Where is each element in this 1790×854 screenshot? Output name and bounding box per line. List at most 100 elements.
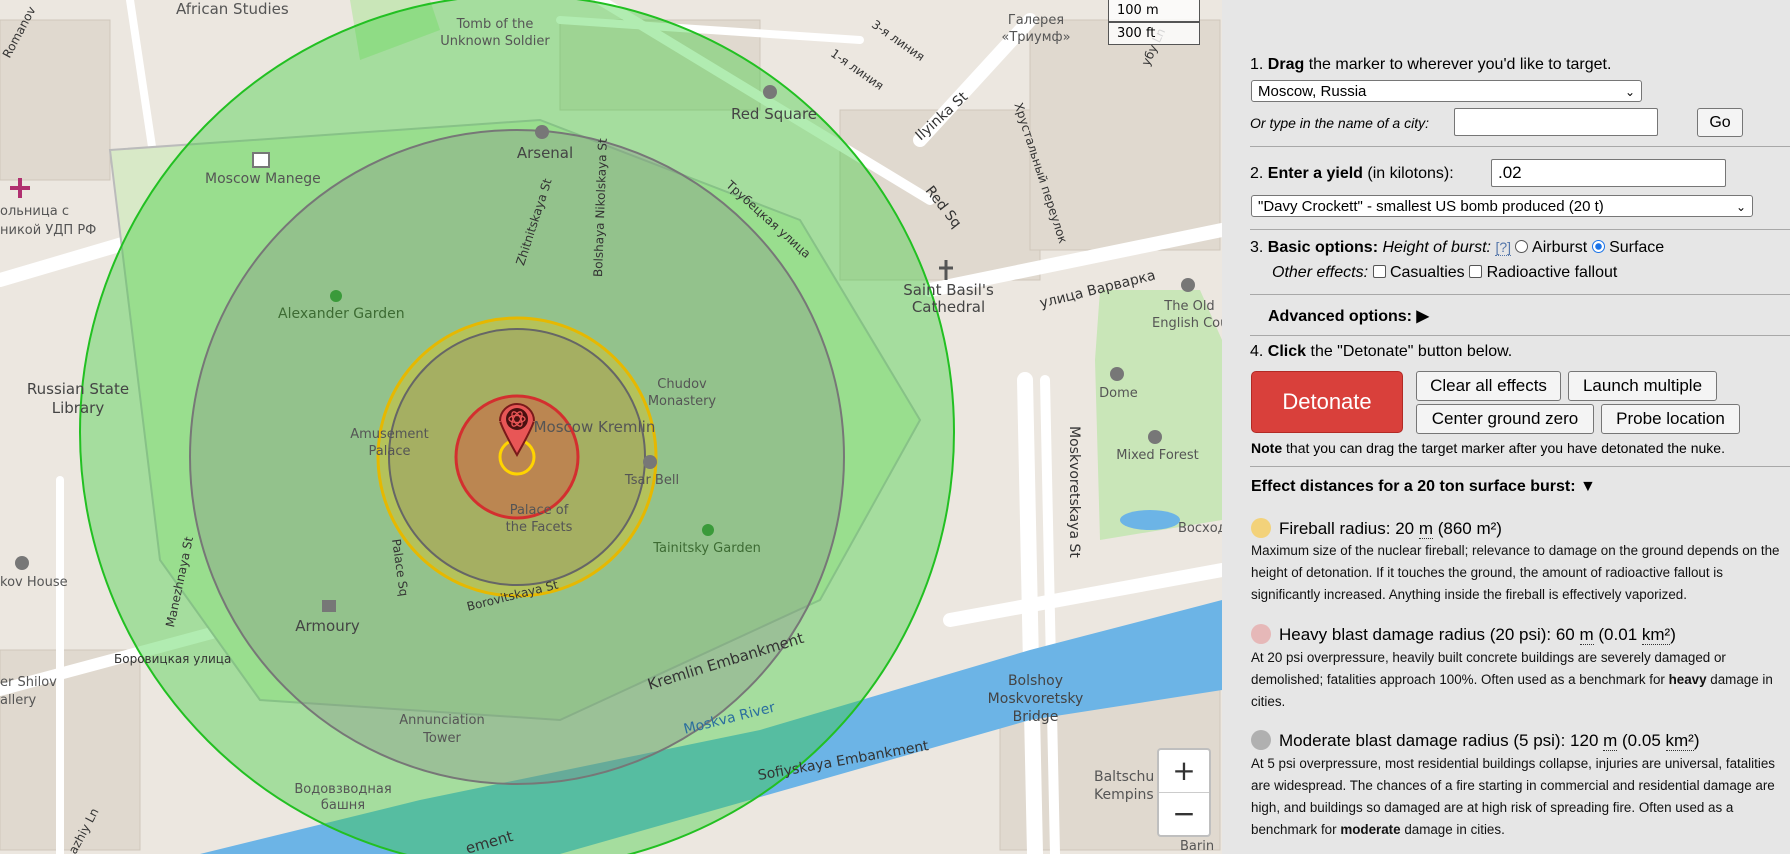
effects-header[interactable]: Effect distances for a 20 ton surface bu… [1251,478,1596,496]
chevron-down-icon: ⌄ [1735,200,1746,214]
desc-text: At 5 psi overpressure, most residential … [1251,756,1775,837]
city-prompt: Or type in the name of a city: [1250,115,1429,131]
launch-multiple-button[interactable]: Launch multiple [1568,371,1717,401]
map-label: Barin [1180,839,1215,854]
fireball-swatch [1251,518,1271,538]
map-label: Chudov Monastery [647,377,717,409]
casualties-checkbox[interactable] [1372,265,1386,278]
step-verb: Click [1267,343,1307,360]
scale-imperial: 300 ft [1117,26,1156,41]
detonate-button[interactable]: Detonate [1251,371,1403,433]
map-label: Moscow Kremlin [533,418,656,436]
unit-label: m [1418,519,1434,539]
effect-title-text: Fireball radius: 20 [1279,519,1419,538]
drag-note: Note that you can drag the target marker… [1251,440,1725,456]
map-label: Red Square [730,105,818,123]
airburst-radio[interactable] [1515,240,1529,253]
unit-label: m [1579,625,1594,645]
city-input[interactable] [1454,108,1658,136]
scale-metric: 100 m [1109,0,1199,23]
unit-label: km² [1665,731,1694,751]
fallout-checkbox[interactable] [1469,265,1483,278]
chevron-down-icon: ⌄ [1624,85,1635,99]
map-label: Palace of the Facets [505,503,573,535]
control-panel: 1. Drag the marker to wherever you'd lik… [1222,0,1790,854]
divider [1250,466,1790,467]
map-label: Mixed Forest [1116,448,1199,463]
map-label: Moscow Manege [205,171,321,187]
map-label: Arsenal [516,144,574,162]
desc-bold: heavy [1668,672,1707,687]
map-label: Alexander Garden [278,306,405,322]
map-label: Amusement Palace [350,427,429,459]
city-select[interactable]: Moscow, Russia ⌄ [1251,80,1642,102]
probe-location-button[interactable]: Probe location [1601,404,1740,434]
note-text: that you can drag the target marker afte… [1282,440,1725,456]
other-effects: Other effects: Casualties Radioactive fa… [1272,264,1617,282]
step3-options: 3. Basic options: Height of burst: [?] A… [1250,239,1664,257]
divider [1250,229,1790,230]
map-label: Tsar Bell [624,473,680,488]
go-button[interactable]: Go [1697,108,1743,137]
step-verb: Enter a yield [1267,165,1363,182]
step-text: the "Detonate" button below. [1306,343,1513,360]
divider [1250,146,1790,147]
step-number: 4. [1250,343,1264,360]
effect-title-text: (860 m²) [1433,519,1502,538]
map-label: African Studies [176,0,289,18]
map-view[interactable]: African Studies Tomb of the Unknown Sold… [0,0,1222,854]
unit-label: m [1603,731,1618,751]
bomb-select-value: "Davy Crockett" - smallest US bomb produ… [1258,198,1604,215]
casualties-label: Casualties [1389,264,1465,281]
height-of-burst-label: Height of burst: [1382,239,1491,256]
desc-bold: moderate [1340,822,1401,837]
center-ground-zero-button[interactable]: Center ground zero [1416,404,1594,434]
moderate-blast-description: At 5 psi overpressure, most residential … [1251,753,1786,841]
unit-label: km² [1641,625,1671,645]
map-label: Tainitsky Garden [653,541,761,556]
map-label: Галерея «Триумф» [1001,13,1071,45]
map-label: Saint Basil's Cathedral [903,281,994,316]
other-effects-label: Other effects: [1272,264,1369,281]
map-label: Bolshoy Moskvoretsky Bridge [987,673,1084,725]
effect-title-text: Heavy blast damage radius (20 psi): 60 [1279,625,1580,644]
desc-text: damage in cities. [1400,822,1505,837]
step-text: the marker to wherever you'd like to tar… [1304,56,1612,73]
zoom-control: + − [1157,748,1211,837]
fireball-effect-title: Fireball radius: 20 m (860 m²) [1251,518,1502,539]
map-label: Annunciation Tower [399,713,485,746]
moderate-blast-effect-title: Moderate blast damage radius (5 psi): 12… [1251,730,1700,751]
clear-effects-button[interactable]: Clear all effects [1416,371,1561,401]
effect-title-text: (0.01 [1593,625,1642,644]
surface-radio[interactable] [1591,240,1605,253]
zoom-in-button[interactable]: + [1159,750,1209,793]
heavy-blast-swatch [1251,624,1271,644]
step4-instruction: 4. Click the "Detonate" button below. [1250,343,1512,361]
map-label: kov House [0,575,68,590]
bomb-select[interactable]: "Davy Crockett" - smallest US bomb produ… [1251,195,1753,217]
fallout-label: Radioactive fallout [1486,264,1618,281]
map-label: er Shilov allery [0,675,57,708]
yield-input[interactable]: .02 [1491,159,1726,187]
step2-instruction: 2. Enter a yield (in kilotons): [1250,165,1454,183]
step1-instruction: 1. Drag the marker to wherever you'd lik… [1250,56,1611,74]
step-number: 1. [1250,56,1264,73]
street-label: Moskvoretskaya St [1066,426,1082,558]
map-label: Russian State Library [26,380,130,417]
zoom-out-button[interactable]: − [1159,793,1209,835]
divider [1250,294,1790,295]
advanced-options-toggle[interactable]: Advanced options: ▶ [1268,306,1429,326]
map-label: Tomb of the Unknown Soldier [440,17,550,49]
airburst-label: Airburst [1532,239,1588,256]
surface-label: Surface [1609,239,1665,256]
city-select-value: Moscow, Russia [1258,83,1367,100]
map-label: The Old English Cou [1152,299,1222,331]
help-link[interactable]: [?] [1495,239,1512,256]
effect-title-text: ) [1693,731,1700,750]
fireball-description: Maximum size of the nuclear fireball; re… [1251,543,1780,602]
heavy-blast-description: At 20 psi overpressure, heavily built co… [1251,647,1786,713]
desc-text: At 20 psi overpressure, heavily built co… [1251,650,1726,687]
divider [1250,335,1790,336]
heavy-blast-effect-title: Heavy blast damage radius (20 psi): 60 m… [1251,624,1676,645]
moderate-blast-swatch [1251,730,1271,750]
